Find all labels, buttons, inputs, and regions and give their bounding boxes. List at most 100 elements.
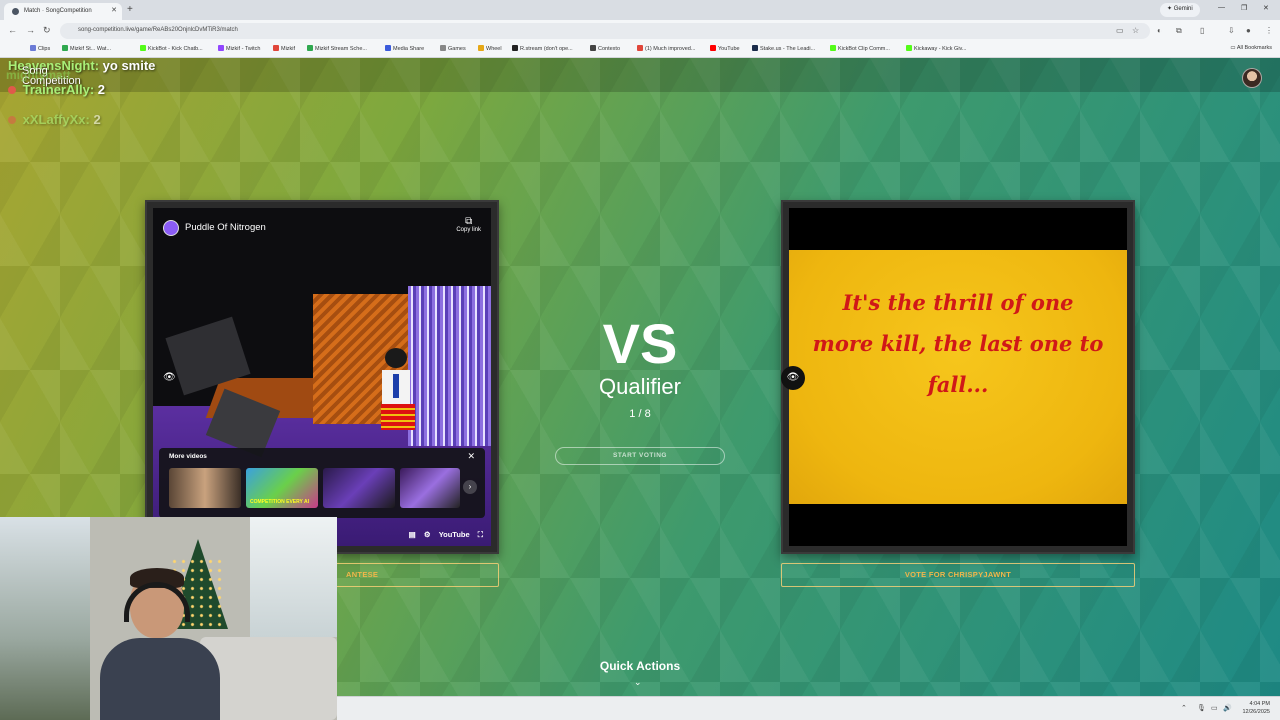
bookmark-item[interactable]: (1) Much improved... xyxy=(637,45,695,52)
menu-kebab-icon[interactable]: ⋮ xyxy=(1265,26,1273,35)
system-clock[interactable]: 4:04 PM 12/26/2025 xyxy=(1242,700,1270,716)
clock-time: 4:04 PM xyxy=(1249,701,1270,707)
new-tab-icon[interactable]: + xyxy=(127,4,133,15)
chat-badge-icon xyxy=(8,116,16,124)
url-text: song-competition.live/game/ReABs20Onjnlc… xyxy=(78,27,238,33)
bookmark-item[interactable]: Kickaway - Kick Giv... xyxy=(906,45,966,52)
volume-icon[interactable]: 🔊 xyxy=(1223,704,1232,712)
bookmark-item[interactable]: YouTube xyxy=(710,45,740,52)
quick-actions-label[interactable]: Quick Actions xyxy=(560,659,720,673)
cast-icon[interactable]: ▭ xyxy=(1116,26,1124,35)
address-bar[interactable]: song-competition.live/game/ReABs20Onjnlc… xyxy=(60,23,1150,39)
microphone-icon[interactable]: 🎙 xyxy=(1197,704,1206,712)
puzzle-icon[interactable]: ⧉ xyxy=(1176,26,1182,36)
video-thumbnail[interactable] xyxy=(169,468,241,508)
browser-tab[interactable]: Match · SongCompetition ✕ xyxy=(4,3,122,20)
video-character xyxy=(381,348,415,448)
bookmark-item[interactable]: Mizkif Stream Sche... xyxy=(307,45,367,52)
chat-username: xXLaffyXx: xyxy=(22,112,90,127)
video-thumbnail[interactable] xyxy=(400,468,460,508)
bookmark-item[interactable]: Clips xyxy=(30,45,50,52)
bookmark-item[interactable]: Stake.us - The Leadi... xyxy=(752,45,815,52)
chat-text: 2 xyxy=(97,82,106,97)
vote-right-button[interactable]: VOTE FOR CHRISPYJAWNT xyxy=(781,563,1135,587)
close-icon[interactable]: ✕ xyxy=(467,451,475,462)
video-frame[interactable]: It's the thrill of one more kill, the la… xyxy=(781,208,1127,546)
lyric-slide: It's the thrill of one more kill, the la… xyxy=(789,250,1127,504)
close-tab-icon[interactable]: ✕ xyxy=(111,6,117,14)
extension-icon[interactable]: ◐ xyxy=(1157,26,1162,35)
subtitles-icon[interactable]: ▤ xyxy=(409,530,416,539)
bookmarks-bar: Clips Mizkif St... Wat... KickBot - Kick… xyxy=(0,42,1280,58)
channel-avatar[interactable] xyxy=(163,220,179,236)
right-song-card: It's the thrill of one more kill, the la… xyxy=(781,200,1135,554)
eye-icon[interactable]: 👁 xyxy=(163,372,176,383)
bookmark-item[interactable]: Mizkif - Twitch xyxy=(218,45,260,52)
vs-label: VS xyxy=(602,312,678,375)
streamer xyxy=(100,568,220,720)
taskbar: ⌃ 🎙 ▭ 🔊 4:04 PM 12/26/2025 xyxy=(337,696,1280,720)
close-window-icon[interactable]: ✕ xyxy=(1263,4,1269,12)
tab-favicon-icon xyxy=(12,8,19,15)
network-icon[interactable]: ▭ xyxy=(1211,704,1218,712)
bookmark-item[interactable]: Mizkif St... Wat... xyxy=(62,45,111,52)
bookmark-item[interactable]: KickBot Clip Comm... xyxy=(830,45,890,52)
reload-icon[interactable]: ↻ xyxy=(43,25,51,36)
youtube-controls: ▤ ⚙ YouTube ⛶ xyxy=(403,530,483,540)
more-videos-panel: More videos ✕ COMPETITION EVERY AI › xyxy=(159,448,485,518)
vote-left-label: ANTESE xyxy=(346,570,379,579)
bookmark-item[interactable]: R.stream (don't ope... xyxy=(512,45,573,52)
chat-message: TrainerAlly: 2 xyxy=(8,82,105,97)
browser-tab-bar: Match · SongCompetition ✕ + ✦ Gemini — ❐… xyxy=(0,0,1280,20)
back-icon[interactable]: ← xyxy=(8,25,17,35)
fullscreen-icon[interactable]: ⛶ xyxy=(478,530,483,539)
bookmark-item[interactable]: Media Share xyxy=(385,45,424,52)
minimize-icon[interactable]: — xyxy=(1218,4,1225,11)
copy-link-button[interactable]: ⧉ Copy link xyxy=(456,216,481,233)
webcam-overlay xyxy=(0,517,337,720)
video-thumbnail[interactable] xyxy=(323,468,395,508)
lyric-text: It's the thrill of one more kill, the la… xyxy=(812,290,1104,397)
round-progress: 1 / 8 xyxy=(629,408,651,420)
video-thumbnail[interactable]: COMPETITION EVERY AI xyxy=(246,468,318,508)
chat-text: 2 xyxy=(93,112,101,127)
gemini-button[interactable]: ✦ Gemini xyxy=(1160,3,1200,17)
round-name: Qualifier xyxy=(599,374,681,399)
bookmark-star-icon[interactable]: ☆ xyxy=(1132,26,1139,35)
downloads-icon[interactable]: ⇩ xyxy=(1228,26,1235,35)
video-title[interactable]: Puddle Of Nitrogen xyxy=(185,222,266,233)
forward-icon[interactable]: → xyxy=(26,25,35,35)
user-avatar[interactable] xyxy=(1242,68,1262,88)
chevron-up-icon[interactable]: ⌃ xyxy=(1181,704,1187,712)
thumbnail-caption: COMPETITION EVERY AI xyxy=(250,499,309,505)
restore-icon[interactable]: ❐ xyxy=(1241,4,1247,12)
start-voting-button[interactable]: START VOTING xyxy=(555,447,725,465)
chat-message: xXLaffyXx: 2 xyxy=(8,112,101,127)
tab-title: Match · SongCompetition xyxy=(24,8,92,14)
versus-block: VS Qualifier 1 / 8 xyxy=(540,312,740,421)
left-song-card: Puddle Of Nitrogen ⧉ Copy link 👁 More vi… xyxy=(145,200,499,554)
sidebar-icon[interactable]: ▯ xyxy=(1200,26,1204,35)
bookmark-item[interactable]: KickBot - Kick Chatb... xyxy=(140,45,203,52)
chat-text: yo smite xyxy=(102,58,156,73)
gemini-label: Gemini xyxy=(1173,6,1193,12)
chat-badge-icon xyxy=(8,86,16,94)
settings-gear-icon[interactable]: ⚙ xyxy=(424,530,431,539)
stream-name-overlay: mightymatt xyxy=(6,68,71,82)
eye-icon[interactable]: 👁 xyxy=(781,366,805,390)
page-header xyxy=(0,58,1280,92)
bookmark-item[interactable]: Wheel xyxy=(478,45,502,52)
bookmark-item[interactable]: Games xyxy=(440,45,466,52)
chevron-right-icon[interactable]: › xyxy=(463,480,477,494)
clock-date: 12/26/2025 xyxy=(1242,709,1270,715)
bookmark-item[interactable]: Contexto xyxy=(590,45,620,52)
chat-username: TrainerAlly: xyxy=(22,82,95,97)
more-videos-title: More videos xyxy=(169,453,207,460)
copy-icon: ⧉ xyxy=(465,216,473,227)
youtube-logo[interactable]: YouTube xyxy=(439,530,470,539)
chevron-down-icon[interactable]: ⌄ xyxy=(634,677,642,688)
youtube-embed[interactable]: Puddle Of Nitrogen ⧉ Copy link 👁 More vi… xyxy=(153,208,491,546)
profile-icon[interactable]: ● xyxy=(1246,26,1251,35)
all-bookmarks-button[interactable]: ▭ All Bookmarks xyxy=(1230,45,1272,51)
bookmark-item[interactable]: Mizkif xyxy=(273,45,295,52)
